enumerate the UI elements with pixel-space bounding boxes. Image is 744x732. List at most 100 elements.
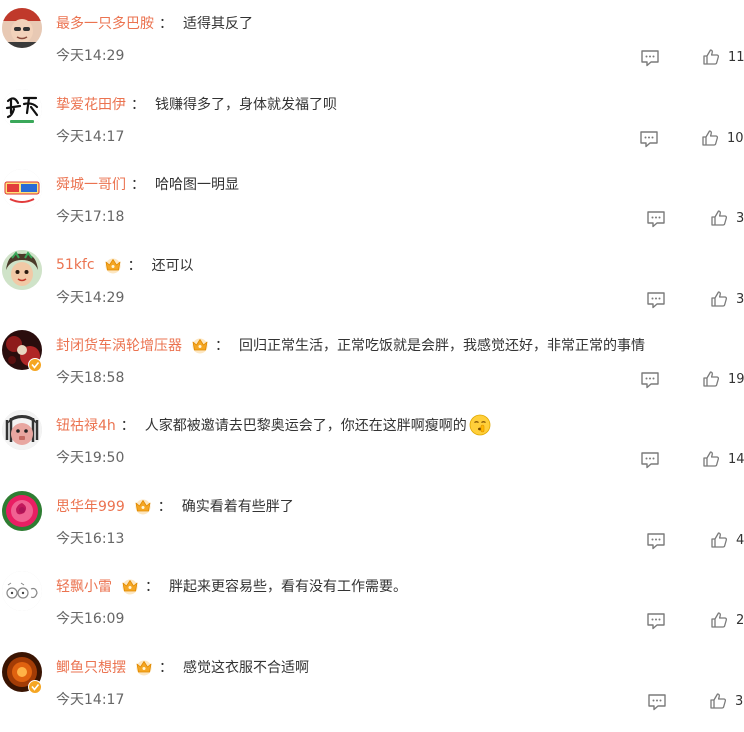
like-count: 3 xyxy=(736,210,744,226)
comment-line: 鲫鱼只想摆 ： 感觉这衣服不合适啊 xyxy=(56,656,309,678)
comment-icon[interactable] xyxy=(640,49,660,67)
like-button[interactable]: 19 xyxy=(702,370,744,388)
username-link[interactable]: 钮祜禄4h xyxy=(56,415,116,435)
comment-text: 适得其反了 xyxy=(183,16,253,32)
comment-icon[interactable] xyxy=(647,693,667,711)
comment-list: 最多一只多巴胺 ： 适得其反了今天14:29 11 挚爱花田伊 ： 钱赚得多了，身体就发福了… xyxy=(0,0,744,711)
thumbs-up-icon xyxy=(710,611,728,629)
thumbs-up-icon xyxy=(701,129,719,147)
username-link[interactable]: 封闭货车涡轮增压器 xyxy=(56,335,182,355)
comment-icon[interactable] xyxy=(640,371,660,389)
like-button[interactable]: 4 xyxy=(710,531,744,549)
comment-time: 今天14:29 xyxy=(56,290,125,306)
like-button[interactable]: 2 xyxy=(710,611,744,629)
comment-line: 轻飘小雷 ： 胖起来更容易些，看有没有工作需要。 xyxy=(56,575,407,597)
comment-icon[interactable] xyxy=(639,130,659,148)
comment-time: 今天16:13 xyxy=(56,531,125,547)
comment-icon[interactable] xyxy=(646,532,666,550)
comment-time: 今天14:29 xyxy=(56,48,125,64)
comment-icon[interactable] xyxy=(646,210,666,228)
crown-badge-icon xyxy=(120,577,140,595)
comment-time: 今天19:50 xyxy=(56,450,125,466)
comment-icon[interactable] xyxy=(640,451,660,469)
thumbs-up-icon xyxy=(710,531,728,549)
thumbs-up-icon xyxy=(702,450,720,468)
comment-time: 今天18:58 xyxy=(56,370,125,386)
username-link[interactable]: 最多一只多巴胺 xyxy=(56,13,154,33)
comment-text: 还可以 xyxy=(151,258,194,274)
user-avatar[interactable] xyxy=(2,410,42,450)
comment-line: 舜城一哥们 ： 哈哈图一明显 xyxy=(56,173,239,195)
colon-separator: ： xyxy=(159,16,173,32)
comment-item: 钮祜禄4h： 人家都被邀请去巴黎奥运会了，你还在这胖啊瘦啊的今天19:50 14 xyxy=(0,410,744,490)
comment-item: 舜城一哥们 ： 哈哈图一明显今天17:18 3 xyxy=(0,169,744,249)
crown-badge-icon xyxy=(134,658,154,676)
like-button[interactable]: 10 xyxy=(701,129,744,147)
comment-line: 封闭货车涡轮增压器 ： 回归正常生活，正常吃饭就是会胖，我感觉还好，非常正常的事情 xyxy=(56,334,645,356)
like-count: 14 xyxy=(728,451,744,467)
verified-badge-icon xyxy=(28,358,42,372)
like-button[interactable]: 3 xyxy=(709,692,743,710)
crown-badge-icon xyxy=(103,256,123,274)
username-link[interactable]: 舜城一哥们 xyxy=(56,174,126,194)
comment-time: 今天14:17 xyxy=(56,692,125,708)
user-avatar[interactable] xyxy=(2,250,42,290)
like-count: 11 xyxy=(728,49,744,65)
verified-badge-icon xyxy=(28,680,42,694)
user-avatar[interactable] xyxy=(2,169,42,209)
comment-time: 今天17:18 xyxy=(56,209,125,225)
user-avatar[interactable] xyxy=(2,8,42,48)
comment-item: 轻飘小雷 ： 胖起来更容易些，看有没有工作需要。今天16:09 2 xyxy=(0,571,744,651)
crown-badge-icon xyxy=(133,497,153,515)
colon-separator: ： xyxy=(127,258,142,274)
user-avatar[interactable] xyxy=(2,89,42,129)
comment-text: 钱赚得多了，身体就发福了呗 xyxy=(155,97,337,113)
thumbs-up-icon xyxy=(710,290,728,308)
colon-separator: ： xyxy=(120,418,135,434)
comment-text: 感觉这衣服不合适啊 xyxy=(183,660,309,676)
thumbs-up-icon xyxy=(702,370,720,388)
comment-item: 鲫鱼只想摆 ： 感觉这衣服不合适啊今天14:17 3 xyxy=(0,652,744,732)
username-link[interactable]: 思华年999 xyxy=(56,496,125,516)
comment-text: 人家都被邀请去巴黎奥运会了，你还在这胖啊瘦啊的 xyxy=(144,418,467,434)
comment-line: 挚爱花田伊 ： 钱赚得多了，身体就发福了呗 xyxy=(56,93,337,115)
comment-line: 最多一只多巴胺 ： 适得其反了 xyxy=(56,12,253,34)
comment-time: 今天16:09 xyxy=(56,611,125,627)
thumbs-up-icon xyxy=(710,209,728,227)
colon-separator: ： xyxy=(157,499,172,515)
like-count: 19 xyxy=(728,371,744,387)
comment-line: 钮祜禄4h： 人家都被邀请去巴黎奥运会了，你还在这胖啊瘦啊的 xyxy=(56,414,491,436)
comment-text: 回归正常生活，正常吃饭就是会胖，我感觉还好，非常正常的事情 xyxy=(239,338,645,354)
comment-icon[interactable] xyxy=(646,291,666,309)
comment-icon[interactable] xyxy=(646,612,666,630)
colon-separator: ： xyxy=(215,338,229,354)
username-link[interactable]: 51kfc xyxy=(56,257,95,273)
comment-item: 51kfc ： 还可以今天14:29 3 xyxy=(0,250,744,330)
comment-line: 51kfc ： 还可以 xyxy=(56,254,194,276)
like-count: 2 xyxy=(736,612,744,628)
comment-text: 确实看着有些胖了 xyxy=(181,499,294,515)
comment-item: 思华年999 ： 确实看着有些胖了今天16:13 4 xyxy=(0,491,744,571)
colon-separator: ： xyxy=(131,177,145,193)
comment-line: 思华年999 ： 确实看着有些胖了 xyxy=(56,495,294,517)
comment-time: 今天14:17 xyxy=(56,129,125,145)
like-button[interactable]: 11 xyxy=(702,48,744,66)
like-count: 10 xyxy=(727,130,744,146)
shush-face-emoji-icon xyxy=(469,414,491,436)
user-avatar[interactable] xyxy=(2,571,42,611)
comment-item: 挚爱花田伊 ： 钱赚得多了，身体就发福了呗今天14:17 10 xyxy=(0,89,744,169)
like-count: 3 xyxy=(735,693,744,709)
like-button[interactable]: 14 xyxy=(702,450,744,468)
username-link[interactable]: 轻飘小雷 xyxy=(56,576,112,596)
thumbs-up-icon xyxy=(702,48,720,66)
comment-item: 封闭货车涡轮增压器 ： 回归正常生活，正常吃饭就是会胖，我感觉还好，非常正常的事情今… xyxy=(0,330,744,410)
username-link[interactable]: 挚爱花田伊 xyxy=(56,94,126,114)
like-button[interactable]: 3 xyxy=(710,209,744,227)
comment-text: 哈哈图一明显 xyxy=(155,177,239,193)
like-button[interactable]: 3 xyxy=(710,290,744,308)
colon-separator: ： xyxy=(131,97,145,113)
username-link[interactable]: 鲫鱼只想摆 xyxy=(56,657,126,677)
comment-item: 最多一只多巴胺 ： 适得其反了今天14:29 11 xyxy=(0,8,744,88)
user-avatar[interactable] xyxy=(2,491,42,531)
thumbs-up-icon xyxy=(709,692,727,710)
